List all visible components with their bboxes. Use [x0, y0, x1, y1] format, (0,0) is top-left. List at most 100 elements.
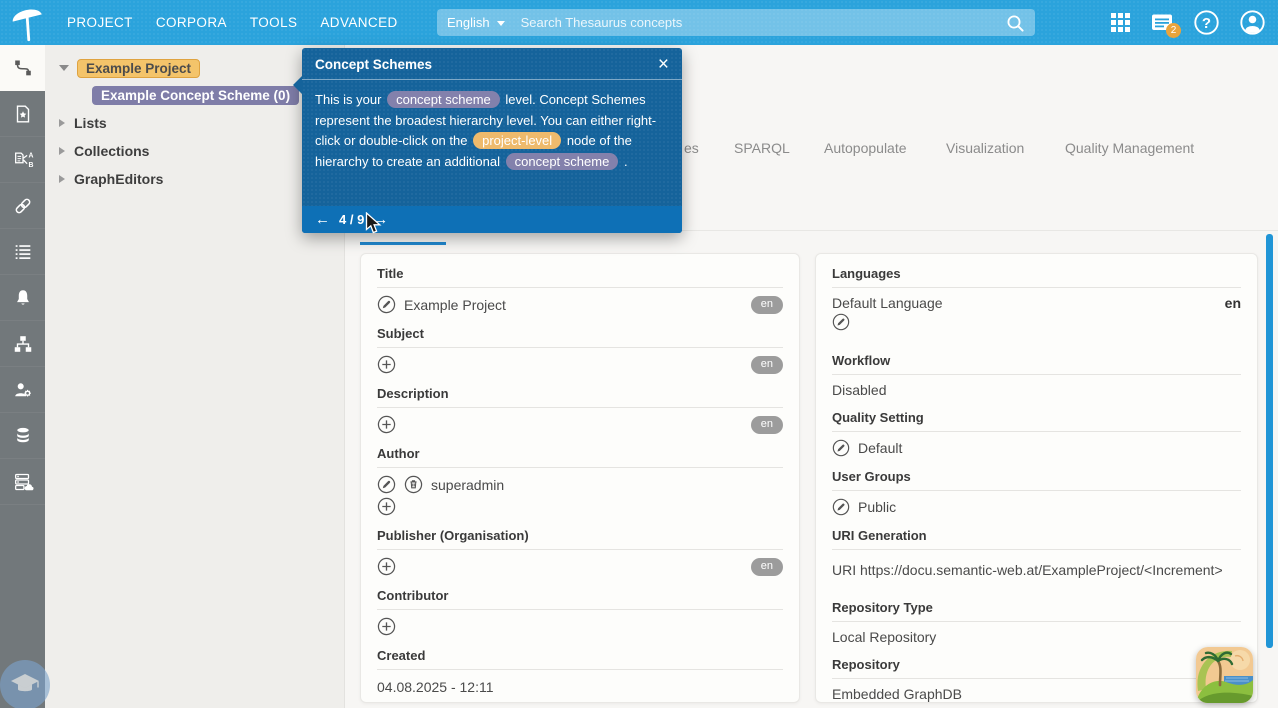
- repository-type-value: Local Repository: [832, 629, 936, 645]
- search-icon[interactable]: [1005, 13, 1025, 33]
- settings-card: Languages Default Language en Workflow D…: [815, 253, 1258, 703]
- scrollbar-thumb[interactable]: [1266, 234, 1273, 648]
- academy-button[interactable]: [0, 660, 50, 708]
- language-badge: en: [751, 356, 783, 374]
- concept-relations-icon: [12, 57, 34, 79]
- rail-item-notifications[interactable]: [0, 275, 45, 321]
- sitemap-icon: [12, 333, 34, 355]
- delete-icon[interactable]: [404, 475, 423, 494]
- server-cloud-icon: [12, 471, 34, 493]
- add-icon[interactable]: [377, 355, 396, 374]
- metadata-card: Title Example Project en Subject en Desc…: [360, 253, 800, 703]
- concept-scheme-node-pill[interactable]: Example Concept Scheme (0): [92, 86, 299, 105]
- tab-visualization[interactable]: Visualization: [946, 140, 1024, 156]
- next-arrow-icon[interactable]: →: [373, 211, 388, 228]
- menu-advanced[interactable]: ADVANCED: [320, 15, 397, 30]
- add-icon[interactable]: [377, 557, 396, 576]
- quality-setting-label: Quality Setting: [816, 400, 1257, 431]
- rail-item-links[interactable]: [0, 183, 45, 229]
- language-badge: en: [751, 558, 783, 576]
- rail-item-document-star[interactable]: [0, 91, 45, 137]
- project-node-pill[interactable]: Example Project: [77, 59, 200, 78]
- title-label: Title: [361, 254, 799, 287]
- rail-item-extraction[interactable]: A B: [0, 137, 45, 183]
- vacation-island-button[interactable]: [1196, 647, 1253, 703]
- global-search-bar: English: [437, 9, 1035, 36]
- tab-autopopulate[interactable]: Autopopulate: [824, 140, 907, 156]
- default-language-label: Default Language: [832, 295, 943, 311]
- subject-label: Subject: [361, 316, 799, 347]
- popup-pointer: [293, 76, 302, 94]
- rail-item-sitemap[interactable]: [0, 321, 45, 367]
- extraction-ab-icon: A B: [12, 149, 34, 171]
- active-subtab-indicator: [360, 242, 446, 245]
- apps-grid-icon[interactable]: [1110, 12, 1131, 33]
- menu-tools[interactable]: TOOLS: [250, 15, 298, 30]
- search-input[interactable]: [521, 15, 1005, 30]
- user-groups-label: User Groups: [816, 459, 1257, 490]
- publisher-label: Publisher (Organisation): [361, 518, 799, 549]
- language-badge: en: [751, 416, 783, 434]
- uri-generation-label: URI Generation: [816, 518, 1257, 549]
- created-label: Created: [361, 638, 799, 669]
- account-icon[interactable]: [1239, 9, 1266, 36]
- svg-text:?: ?: [1202, 15, 1211, 32]
- main-menu: PROJECT CORPORA TOOLS ADVANCED: [67, 0, 398, 45]
- rail-item-lists[interactable]: [0, 229, 45, 275]
- created-value: 04.08.2025 - 12:11: [377, 679, 494, 695]
- menu-project[interactable]: PROJECT: [67, 15, 133, 30]
- popup-body-text: This is your concept scheme level. Conce…: [302, 80, 682, 182]
- rail-item-database[interactable]: [0, 413, 45, 459]
- popup-pagination: 4 / 9: [339, 212, 364, 227]
- rail-item-concept-relations[interactable]: [0, 45, 45, 91]
- tree-node-label: Lists: [74, 115, 107, 131]
- add-icon[interactable]: [377, 415, 396, 434]
- menu-corpora[interactable]: CORPORA: [156, 15, 227, 30]
- messages-icon[interactable]: 2: [1150, 12, 1174, 34]
- help-icon[interactable]: ?: [1193, 9, 1220, 36]
- default-language-value: en: [1225, 295, 1241, 311]
- edit-icon[interactable]: [832, 498, 850, 516]
- poolparty-umbrella-logo[interactable]: [8, 3, 46, 43]
- rail-item-user-settings[interactable]: [0, 367, 45, 413]
- document-star-icon: [12, 103, 34, 125]
- author-label: Author: [361, 436, 799, 467]
- tree-node-label: GraphEditors: [74, 171, 163, 187]
- expander-right-icon[interactable]: [59, 119, 65, 127]
- add-icon[interactable]: [377, 497, 396, 516]
- popup-title: Concept Schemes: [315, 57, 432, 72]
- languages-label: Languages: [816, 254, 1257, 287]
- left-icon-rail: A B: [0, 45, 45, 708]
- edit-icon[interactable]: [377, 295, 396, 314]
- expander-right-icon[interactable]: [59, 147, 65, 155]
- project-tree-panel: Example Project Example Concept Scheme (…: [45, 45, 345, 708]
- author-value: superadmin: [431, 477, 504, 493]
- rail-item-server[interactable]: [0, 459, 45, 505]
- concept-scheme-badge: concept scheme: [387, 91, 500, 108]
- popup-footer: ← 4 / 9 →: [302, 206, 682, 233]
- repository-value: Embedded GraphDB: [832, 686, 962, 702]
- edit-icon[interactable]: [377, 475, 396, 494]
- tab-partial[interactable]: es: [684, 140, 699, 156]
- expander-down-icon[interactable]: [59, 65, 69, 71]
- close-icon[interactable]: ×: [658, 57, 669, 72]
- add-icon[interactable]: [377, 617, 396, 636]
- tab-sparql[interactable]: SPARQL: [734, 140, 790, 156]
- description-label: Description: [361, 376, 799, 407]
- popup-text: This is your: [315, 92, 381, 107]
- tab-quality-management[interactable]: Quality Management: [1065, 140, 1194, 156]
- svg-text:A: A: [28, 152, 33, 159]
- prev-arrow-icon[interactable]: ←: [315, 211, 330, 228]
- edit-icon[interactable]: [832, 439, 850, 457]
- bell-icon: [12, 287, 34, 309]
- popup-text: .: [624, 154, 628, 169]
- quality-setting-value: Default: [858, 440, 902, 456]
- list-icon: [12, 241, 34, 263]
- workflow-label: Workflow: [816, 343, 1257, 374]
- tour-popup-concept-schemes: Concept Schemes × This is your concept s…: [302, 48, 682, 233]
- project-level-badge: project-level: [473, 132, 561, 149]
- user-groups-value: Public: [858, 499, 896, 515]
- edit-icon[interactable]: [832, 313, 850, 331]
- search-language-selector[interactable]: English: [447, 15, 490, 30]
- expander-right-icon[interactable]: [59, 175, 65, 183]
